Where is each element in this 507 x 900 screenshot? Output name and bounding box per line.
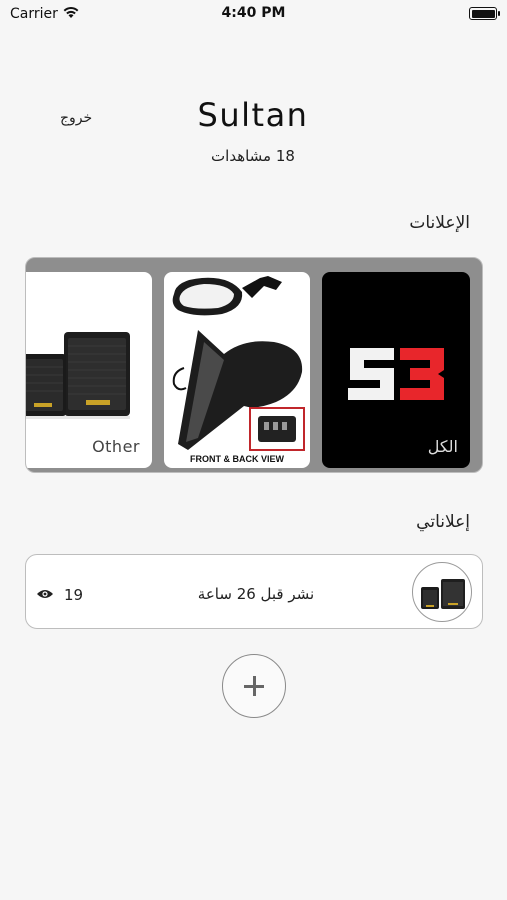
status-bar: Carrier 4:40 PM xyxy=(0,0,507,28)
profile-username: Sultan xyxy=(197,96,309,134)
ads-section-title: الإعلانات xyxy=(409,213,470,233)
category-card-mirror[interactable]: FRONT & BACK VIEW xyxy=(164,272,310,468)
category-label: الكل xyxy=(427,437,458,456)
ad-thumbnail xyxy=(412,562,472,622)
add-ad-button[interactable] xyxy=(222,654,286,718)
category-card-all[interactable]: الكل xyxy=(322,272,470,468)
side-mirror-image xyxy=(172,276,305,451)
clock: 4:40 PM xyxy=(221,5,286,21)
ad-posted-time: نشر قبل 26 ساعة xyxy=(197,585,315,603)
category-carousel[interactable]: Other FRONT & BACK VIEW الكل xyxy=(25,257,483,473)
category-label: Other xyxy=(92,437,140,456)
logout-button[interactable]: خروج xyxy=(60,110,92,126)
ad-view-count: 19 xyxy=(64,586,84,604)
category-card-other[interactable]: Other xyxy=(26,272,152,468)
mirror-caption: FRONT & BACK VIEW xyxy=(190,454,284,464)
my-ads-section-title: إعلاناتي xyxy=(416,512,470,532)
my-ad-item[interactable]: 19 نشر قبل 26 ساعة xyxy=(25,554,483,629)
eye-icon xyxy=(36,585,54,604)
battery-icon xyxy=(469,7,500,20)
profile-views: 18 مشاهدات xyxy=(211,147,295,165)
